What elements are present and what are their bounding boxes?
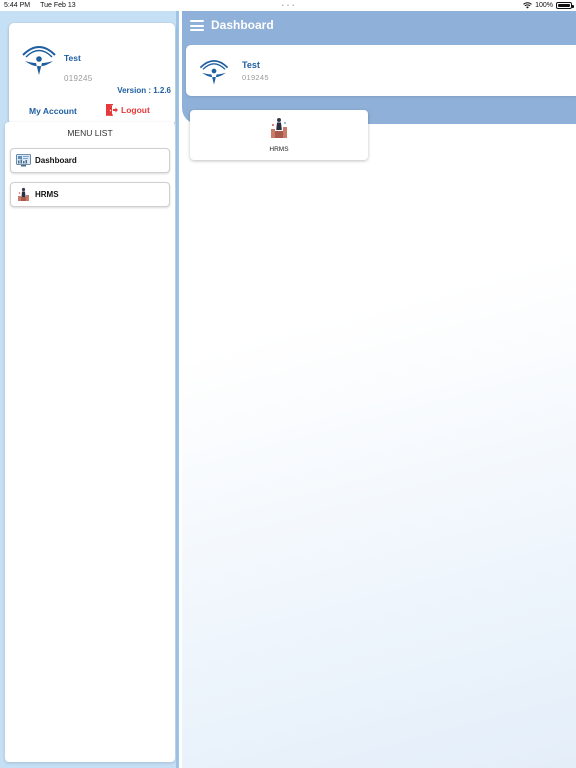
status-bar: 5:44 PM Tue Feb 13 • • • 100% — [0, 0, 576, 11]
logout-button[interactable]: Logout — [105, 103, 150, 117]
app-version: Version : 1.2.6 — [117, 86, 171, 95]
menu-title: MENU LIST — [67, 128, 113, 138]
menu-item-label: HRMS — [35, 190, 59, 199]
multitask-dots-icon[interactable]: • • • — [282, 3, 295, 9]
status-left: 5:44 PM Tue Feb 13 — [4, 2, 76, 9]
page-title: Dashboard — [211, 18, 274, 32]
module-tile-hrms[interactable]: HRMS — [190, 110, 368, 160]
profile-employee-id: 019245 — [64, 74, 93, 83]
company-logo-icon — [199, 59, 229, 85]
my-account-link[interactable]: My Account — [29, 106, 77, 116]
dashboard-icon — [16, 154, 31, 167]
menu-item-dashboard[interactable]: Dashboard — [10, 148, 170, 173]
company-logo-icon — [22, 46, 56, 75]
user-name: Test — [242, 60, 260, 70]
battery-percent: 100% — [535, 2, 553, 9]
battery-fill — [558, 4, 570, 7]
sidebar: Test 019245 Version : 1.2.6 My Account L… — [0, 11, 179, 768]
status-time: 5:44 PM — [4, 2, 31, 9]
wifi-icon — [523, 2, 532, 9]
menu-item-label: Dashboard — [35, 156, 77, 165]
status-right: 100% — [523, 2, 574, 9]
logout-icon — [106, 104, 118, 116]
module-label: HRMS — [269, 146, 289, 153]
hrms-icon — [271, 118, 287, 138]
user-card: Test 019245 — [186, 45, 576, 96]
logout-label: Logout — [121, 105, 150, 115]
user-employee-id: 019245 — [242, 73, 269, 82]
header-bar: Dashboard Test 019245 — [182, 11, 576, 124]
hamburger-menu-icon[interactable] — [190, 20, 204, 31]
status-date: Tue Feb 13 — [40, 2, 76, 9]
battery-icon — [556, 2, 574, 9]
menu-item-hrms[interactable]: HRMS — [10, 182, 170, 207]
menu-list: MENU LIST Dashboard HRMS — [5, 122, 175, 762]
hrms-icon — [18, 187, 29, 201]
profile-name: Test — [64, 53, 81, 63]
profile-card: Test 019245 Version : 1.2.6 My Account L… — [9, 23, 175, 125]
main-content: Dashboard Test 019245 HRMS — [182, 11, 576, 768]
